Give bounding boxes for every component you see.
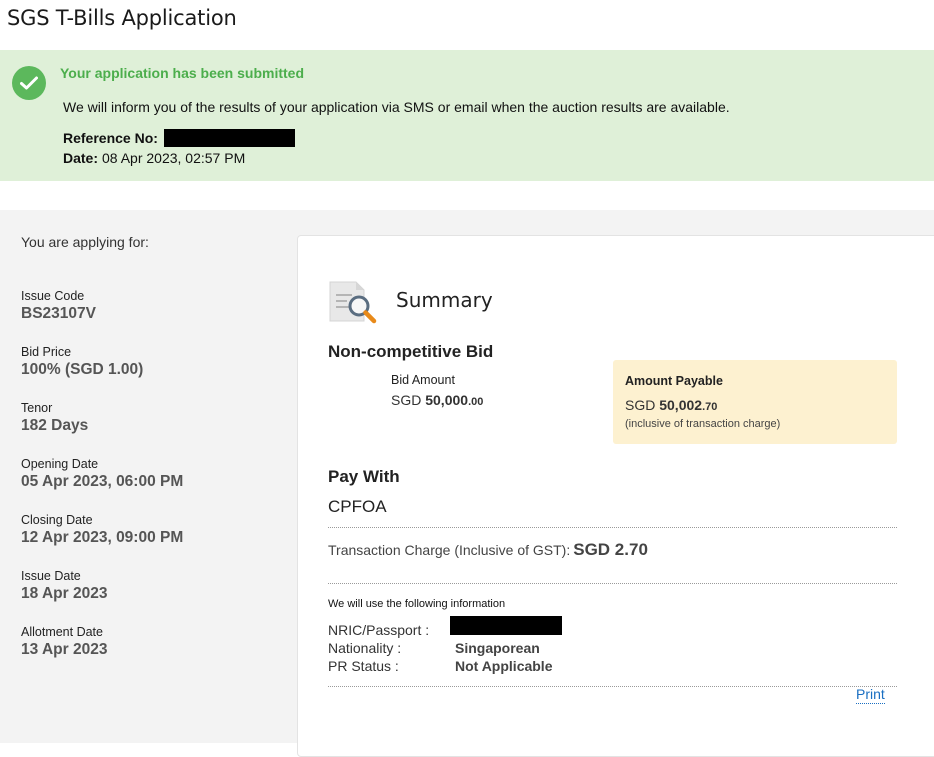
nric-redaction	[450, 616, 562, 635]
print-link[interactable]: Print	[856, 686, 885, 704]
field-issue-code: Issue Code BS23107V	[21, 289, 96, 323]
transaction-charge-label: Transaction Charge (Inclusive of GST):	[328, 542, 571, 558]
date-value: 08 Apr 2023, 02:57 PM	[102, 150, 246, 166]
amount-payable-value: SGD 50,002.70	[625, 397, 717, 413]
field-value: 05 Apr 2023, 06:00 PM	[21, 473, 184, 490]
pay-with-value: CPFOA	[328, 497, 387, 516]
banner-title: Your application has been submitted	[60, 65, 304, 81]
bid-amount-whole: 50,000	[425, 392, 469, 408]
pr-status-value: Not Applicable	[455, 658, 553, 674]
divider	[328, 583, 897, 584]
banner-message: We will inform you of the results of you…	[63, 99, 730, 115]
bid-amount-value: SGD 50,000.00	[391, 392, 483, 408]
application-body: You are applying for: Issue Code BS23107…	[0, 210, 934, 757]
transaction-charge-value: SGD 2.70	[573, 540, 648, 559]
field-label: Tenor	[21, 401, 53, 415]
pay-with-label: Pay With	[328, 467, 400, 486]
bid-amount-currency: SGD	[391, 392, 422, 408]
amount-payable-decimal: .70	[702, 401, 718, 413]
amount-payable-whole: 50,002	[659, 397, 703, 413]
field-issue-date: Issue Date 18 Apr 2023	[21, 569, 107, 603]
summary-card: Summary Non-competitive Bid Bid Amount S…	[297, 235, 934, 757]
nationality-value: Singaporean	[455, 640, 540, 656]
reference-row: Reference No:	[63, 129, 295, 147]
date-row: Date: 08 Apr 2023, 02:57 PM	[63, 150, 245, 166]
field-value: BS23107V	[21, 305, 96, 322]
check-circle-icon	[12, 66, 46, 100]
success-banner: Your application has been submitted We w…	[0, 50, 934, 181]
reference-label: Reference No:	[63, 130, 158, 146]
field-value: 18 Apr 2023	[21, 585, 108, 602]
field-label: Bid Price	[21, 345, 72, 359]
field-bid-price: Bid Price 100% (SGD 1.00)	[21, 345, 143, 379]
document-search-icon	[328, 279, 380, 325]
amount-payable-box: Amount Payable SGD 50,002.70 (inclusive …	[613, 360, 897, 444]
bid-amount-decimal: .00	[468, 396, 484, 408]
info-heading: We will use the following information	[328, 598, 506, 610]
field-value: 12 Apr 2023, 09:00 PM	[21, 529, 184, 546]
applying-for-heading: You are applying for:	[21, 234, 149, 250]
field-label: Allotment Date	[21, 625, 103, 639]
field-value: 100% (SGD 1.00)	[21, 361, 144, 378]
field-label: Issue Code	[21, 289, 85, 303]
field-allotment-date: Allotment Date 13 Apr 2023	[21, 625, 107, 659]
field-opening-date: Opening Date 05 Apr 2023, 06:00 PM	[21, 457, 183, 491]
date-label: Date:	[63, 150, 99, 166]
amount-payable-note: (inclusive of transaction charge)	[625, 418, 781, 430]
divider	[328, 686, 897, 687]
field-closing-date: Closing Date 12 Apr 2023, 09:00 PM	[21, 513, 183, 547]
nric-label: NRIC/Passport :	[328, 622, 430, 638]
reference-redaction	[163, 129, 295, 147]
field-value: 182 Days	[21, 417, 89, 434]
bid-type: Non-competitive Bid	[328, 342, 494, 361]
summary-title: Summary	[396, 288, 493, 312]
field-label: Opening Date	[21, 457, 99, 471]
pr-status-label: PR Status :	[328, 658, 399, 674]
field-value: 13 Apr 2023	[21, 641, 108, 658]
field-label: Closing Date	[21, 513, 93, 527]
page-title: SGS T-Bills Application	[7, 6, 237, 30]
divider	[328, 527, 897, 528]
amount-payable-title: Amount Payable	[625, 374, 723, 388]
field-label: Issue Date	[21, 569, 81, 583]
amount-payable-currency: SGD	[625, 397, 656, 413]
field-tenor: Tenor 182 Days	[21, 401, 88, 435]
bid-amount-label: Bid Amount	[391, 373, 455, 387]
transaction-charge-row: Transaction Charge (Inclusive of GST): SG…	[328, 540, 648, 560]
nationality-label: Nationality :	[328, 640, 402, 656]
